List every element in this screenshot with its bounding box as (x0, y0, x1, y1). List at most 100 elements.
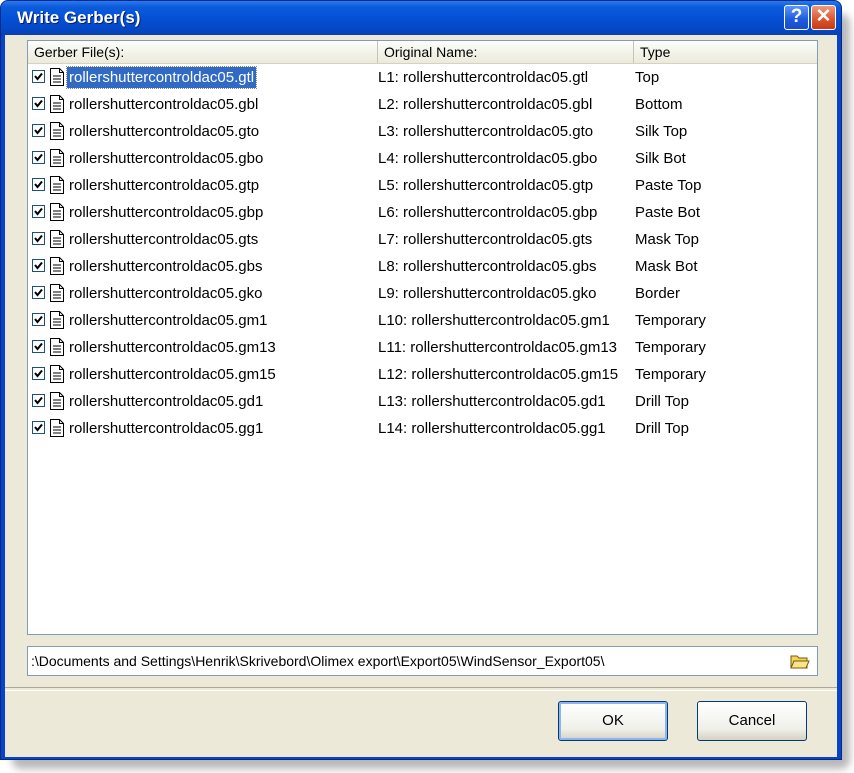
ok-button[interactable]: OK (558, 701, 668, 741)
layer-type: Silk Bot (635, 150, 686, 167)
document-icon (49, 229, 65, 249)
column-header-gerber-files[interactable]: Gerber File(s): (28, 41, 378, 63)
title-bar[interactable]: Write Gerber(s) ? ✕ (1, 1, 841, 35)
cancel-button[interactable]: Cancel (697, 701, 807, 741)
document-icon (49, 94, 65, 114)
gerber-file-name[interactable]: rollershuttercontroldac05.gbo (67, 148, 265, 169)
table-row[interactable]: rollershuttercontroldac05.gd1 L13: roller… (28, 388, 817, 415)
row-checkbox[interactable] (32, 70, 45, 83)
document-icon (49, 337, 65, 357)
table-row[interactable]: rollershuttercontroldac05.gbl L2: rollers… (28, 91, 817, 118)
folder-open-icon[interactable] (788, 650, 811, 672)
row-checkbox[interactable] (32, 367, 45, 380)
table-row[interactable]: rollershuttercontroldac05.gtp L5: rollers… (28, 172, 817, 199)
document-icon (49, 391, 65, 411)
gerber-file-name[interactable]: rollershuttercontroldac05.gtp (67, 175, 261, 196)
list-header: Gerber File(s): Original Name: Type (28, 41, 817, 64)
help-button[interactable]: ? (784, 5, 809, 30)
dialog-client-area: Gerber File(s): Original Name: Type roll… (5, 35, 837, 757)
table-row[interactable]: rollershuttercontroldac05.gm13 L11: rolle… (28, 334, 817, 361)
original-name: L14: rollershuttercontroldac05.gg1 (378, 420, 606, 437)
gerber-file-name[interactable]: rollershuttercontroldac05.gm15 (67, 364, 278, 385)
row-checkbox[interactable] (32, 97, 45, 110)
document-icon (49, 175, 65, 195)
row-checkbox[interactable] (32, 313, 45, 326)
layer-type: Drill Top (635, 420, 689, 437)
original-name: L13: rollershuttercontroldac05.gd1 (378, 393, 606, 410)
gerber-file-name[interactable]: rollershuttercontroldac05.gtl (65, 66, 258, 89)
row-checkbox[interactable] (32, 151, 45, 164)
column-header-original-name[interactable]: Original Name: (378, 41, 634, 63)
layer-type: Mask Top (635, 231, 699, 248)
row-checkbox[interactable] (32, 394, 45, 407)
layer-type: Temporary (635, 366, 706, 383)
document-icon (49, 121, 65, 141)
row-checkbox[interactable] (32, 205, 45, 218)
gerber-file-name[interactable]: rollershuttercontroldac05.gto (67, 121, 261, 142)
table-row[interactable]: rollershuttercontroldac05.gbo L4: rollers… (28, 145, 817, 172)
button-separator (5, 687, 837, 691)
table-row[interactable]: rollershuttercontroldac05.gts L7: rollers… (28, 226, 817, 253)
layer-type: Border (635, 285, 681, 302)
gerber-file-name[interactable]: rollershuttercontroldac05.gm1 (67, 310, 269, 331)
gerber-file-name[interactable]: rollershuttercontroldac05.gd1 (67, 391, 265, 412)
original-name: L4: rollershuttercontroldac05.gbo (378, 150, 598, 167)
layer-type: Silk Top (635, 123, 688, 140)
row-checkbox[interactable] (32, 340, 45, 353)
layer-type: Bottom (635, 96, 683, 113)
output-path-text[interactable]: :\Documents and Settings\Henrik\Skrivebo… (31, 652, 781, 670)
gerber-file-name[interactable]: rollershuttercontroldac05.gbl (67, 94, 260, 115)
document-icon (49, 202, 65, 222)
layer-type: Paste Top (635, 177, 702, 194)
table-row[interactable]: rollershuttercontroldac05.gbp L6: rollers… (28, 199, 817, 226)
original-name: L2: rollershuttercontroldac05.gbl (378, 96, 593, 113)
gerber-file-list[interactable]: Gerber File(s): Original Name: Type roll… (27, 40, 818, 635)
original-name: L1: rollershuttercontroldac05.gtl (378, 69, 589, 86)
gerber-file-name[interactable]: rollershuttercontroldac05.gm13 (67, 337, 278, 358)
gerber-file-name[interactable]: rollershuttercontroldac05.gts (67, 229, 260, 250)
table-row[interactable]: rollershuttercontroldac05.gm15 L12: rolle… (28, 361, 817, 388)
document-icon (49, 67, 65, 87)
original-name: L6: rollershuttercontroldac05.gbp (378, 204, 598, 221)
layer-type: Temporary (635, 339, 706, 356)
table-row[interactable]: rollershuttercontroldac05.gm1 L10: roller… (28, 307, 817, 334)
document-icon (49, 256, 65, 276)
row-checkbox[interactable] (32, 178, 45, 191)
table-row[interactable]: rollershuttercontroldac05.gbs L8: rollers… (28, 253, 817, 280)
document-icon (49, 310, 65, 330)
window-title: Write Gerber(s) (17, 8, 141, 27)
row-checkbox[interactable] (32, 259, 45, 272)
dialog-window: Write Gerber(s) ? ✕ Gerber File(s): Orig… (0, 0, 842, 760)
document-icon (49, 418, 65, 438)
original-name: L12: rollershuttercontroldac05.gm15 (378, 366, 619, 383)
original-name: L7: rollershuttercontroldac05.gts (378, 231, 593, 248)
row-checkbox[interactable] (32, 286, 45, 299)
table-row[interactable]: rollershuttercontroldac05.gtl L1: rollers… (28, 64, 817, 91)
document-icon (49, 283, 65, 303)
layer-type: Top (635, 69, 660, 86)
original-name: L3: rollershuttercontroldac05.gto (378, 123, 594, 140)
table-row[interactable]: rollershuttercontroldac05.gto L3: rollers… (28, 118, 817, 145)
document-icon (49, 148, 65, 168)
original-name: L5: rollershuttercontroldac05.gtp (378, 177, 594, 194)
original-name: L11: rollershuttercontroldac05.gm13 (378, 339, 618, 356)
original-name: L10: rollershuttercontroldac05.gm1 (378, 312, 610, 329)
table-row[interactable]: rollershuttercontroldac05.gko L9: rollers… (28, 280, 817, 307)
gerber-file-name[interactable]: rollershuttercontroldac05.gbp (67, 202, 265, 223)
close-button[interactable]: ✕ (811, 5, 836, 30)
layer-type: Drill Top (635, 393, 689, 410)
original-name: L9: rollershuttercontroldac05.gko (378, 285, 597, 302)
document-icon (49, 364, 65, 384)
layer-type: Temporary (635, 312, 706, 329)
row-checkbox[interactable] (32, 232, 45, 245)
original-name: L8: rollershuttercontroldac05.gbs (378, 258, 597, 275)
gerber-file-name[interactable]: rollershuttercontroldac05.gko (67, 283, 264, 304)
row-checkbox[interactable] (32, 421, 45, 434)
layer-type: Paste Bot (635, 204, 701, 221)
column-header-type[interactable]: Type (634, 41, 817, 63)
table-row[interactable]: rollershuttercontroldac05.gg1 L14: roller… (28, 415, 817, 442)
row-checkbox[interactable] (32, 124, 45, 137)
gerber-file-name[interactable]: rollershuttercontroldac05.gbs (67, 256, 264, 277)
gerber-file-name[interactable]: rollershuttercontroldac05.gg1 (67, 418, 265, 439)
output-path-field[interactable]: :\Documents and Settings\Henrik\Skrivebo… (27, 646, 818, 676)
